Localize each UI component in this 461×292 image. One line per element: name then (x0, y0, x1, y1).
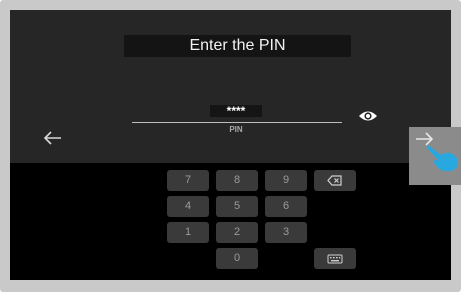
key-4[interactable]: 4 (167, 196, 209, 217)
arrow-left-icon[interactable] (43, 130, 63, 146)
pin-entry-panel: Enter the PIN **** PIN (10, 10, 451, 163)
next-button[interactable] (409, 127, 461, 185)
keyboard-key[interactable] (314, 248, 356, 269)
key-3[interactable]: 3 (265, 222, 307, 243)
key-5[interactable]: 5 (216, 196, 258, 217)
pin-input-underline (132, 122, 342, 123)
key-9[interactable]: 9 (265, 170, 307, 191)
pin-input[interactable]: **** (210, 105, 262, 117)
pin-label: PIN (229, 125, 243, 134)
key-8[interactable]: 8 (216, 170, 258, 191)
keyboard-icon (314, 248, 356, 269)
key-1[interactable]: 1 (167, 222, 209, 243)
key-2[interactable]: 2 (216, 222, 258, 243)
page-title: Enter the PIN (124, 35, 351, 57)
backspace-icon (314, 170, 356, 191)
eye-icon[interactable] (358, 108, 378, 124)
key-6[interactable]: 6 (265, 196, 307, 217)
backspace-key[interactable] (314, 170, 356, 191)
key-0[interactable]: 0 (216, 248, 258, 269)
hand-pointer-icon (426, 141, 460, 173)
device-screen: Enter the PIN **** PIN 7 8 9 4 5 6 1 2 3… (10, 10, 451, 280)
key-7[interactable]: 7 (167, 170, 209, 191)
